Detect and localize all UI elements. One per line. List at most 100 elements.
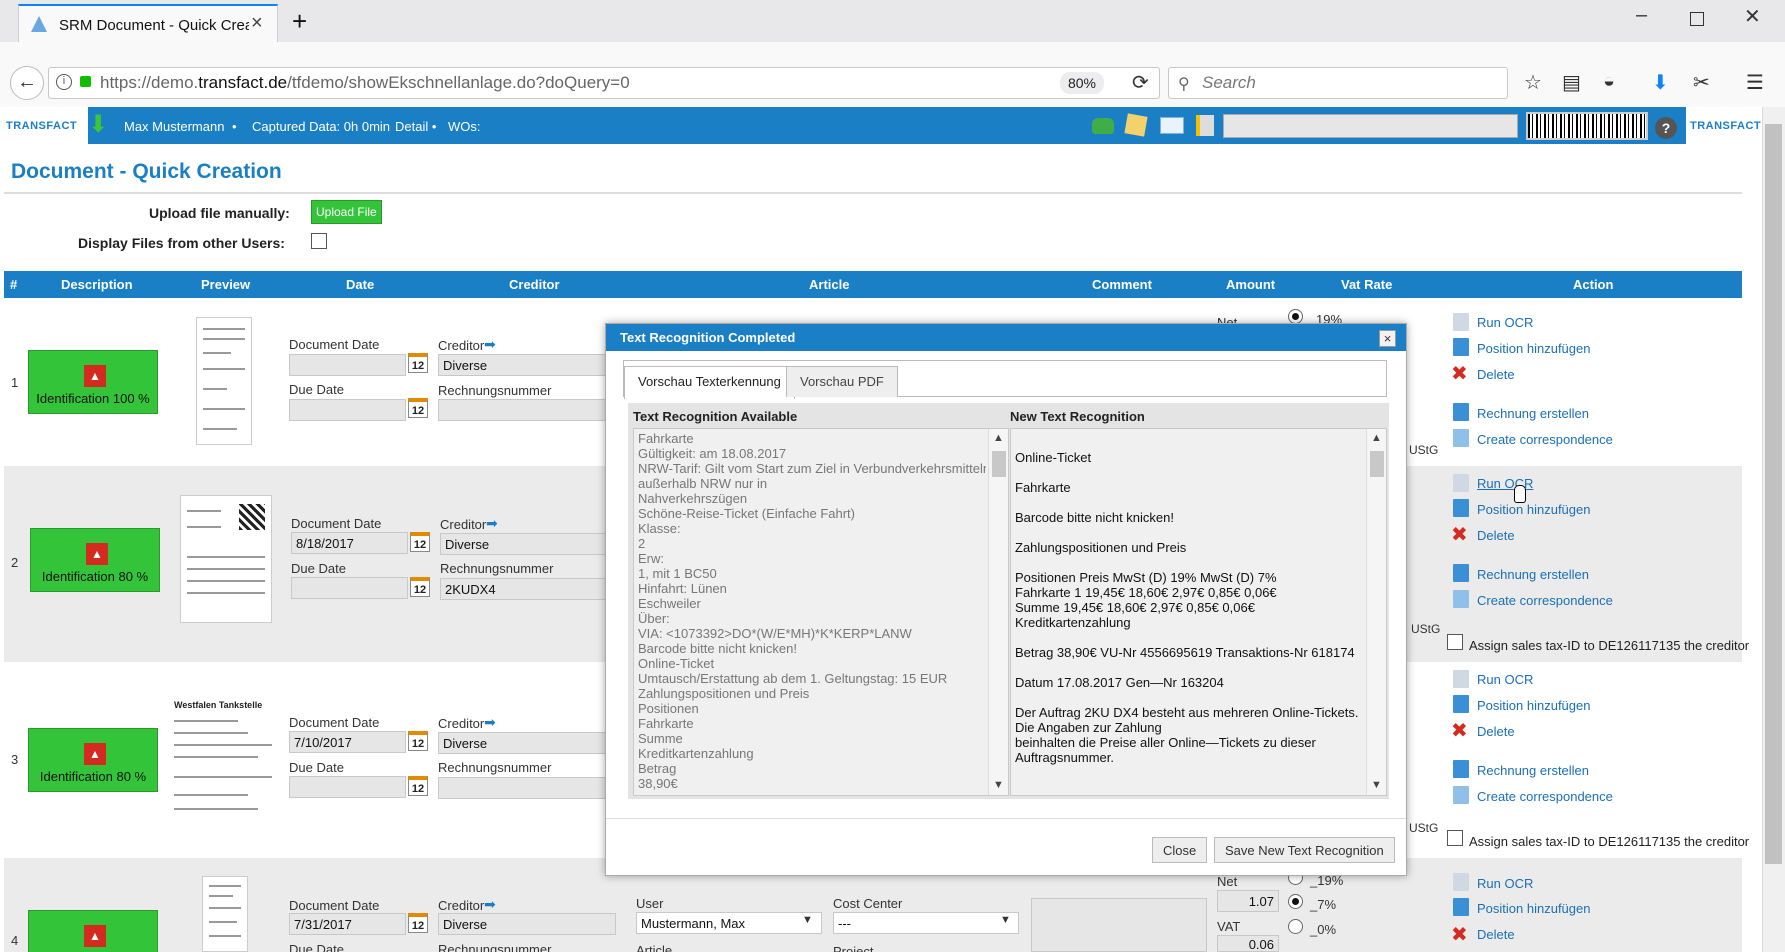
tab-vorschau-pdf[interactable]: Vorschau PDF	[786, 366, 898, 397]
run-ocr-icon[interactable]	[1453, 873, 1469, 891]
browser-tab[interactable]: SRM Document - Quick Crea ×	[18, 4, 278, 44]
correspondence-icon[interactable]	[1453, 590, 1469, 608]
create-correspondence-link[interactable]: Create correspondence	[1477, 593, 1613, 608]
available-text-area[interactable]: Fahrkarte Gültigkeit: am 18.08.2017 NRW-Ta…	[633, 428, 1009, 796]
position-icon[interactable]	[1453, 898, 1469, 916]
run-ocr-icon[interactable]	[1453, 670, 1469, 688]
document-date-input[interactable]: 8/18/2017	[291, 532, 408, 554]
creditor-arrow-icon[interactable]: ➡	[484, 714, 496, 731]
create-correspondence-link[interactable]: Create correspondence	[1477, 789, 1613, 804]
document-date-input[interactable]	[289, 354, 406, 376]
position-hinzufuegen-link[interactable]: Position hinzufügen	[1477, 901, 1590, 916]
delete-link[interactable]: Delete	[1477, 724, 1515, 739]
identification-badge[interactable]: ▲	[28, 910, 158, 952]
tab-close-icon[interactable]: ×	[251, 12, 263, 35]
close-button[interactable]: Close	[1152, 837, 1208, 863]
scroll-up-icon[interactable]: ▲	[993, 432, 1004, 444]
identification-badge[interactable]: ▲ Identification 80 %	[28, 728, 158, 792]
library-icon[interactable]: ▤	[1562, 70, 1581, 95]
upload-icon[interactable]	[1196, 115, 1214, 136]
detail-link[interactable]: Detail •	[395, 119, 436, 134]
scroll-down-icon[interactable]: ▼	[993, 779, 1004, 791]
download-icon[interactable]: ⬇	[1652, 70, 1669, 95]
run-ocr-link[interactable]: Run OCR	[1477, 672, 1533, 687]
correspondence-icon[interactable]	[1453, 786, 1469, 804]
creditor-arrow-icon[interactable]: ➡	[486, 515, 498, 532]
creditor-arrow-icon[interactable]: ➡	[484, 896, 496, 913]
run-ocr-icon[interactable]	[1453, 313, 1469, 331]
vat-7-radio[interactable]	[1288, 894, 1303, 909]
identification-badge[interactable]: ▲ Identification 80 %	[30, 528, 160, 592]
delete-link[interactable]: Delete	[1477, 528, 1515, 543]
cost-center-select[interactable]: ---	[833, 912, 1019, 934]
create-correspondence-link[interactable]: Create correspondence	[1477, 432, 1613, 447]
zoom-level[interactable]: 80%	[1060, 72, 1104, 94]
due-date-input[interactable]	[291, 577, 408, 599]
document-preview[interactable]: Westfalen Tankstelle	[168, 698, 278, 820]
vat-0-radio[interactable]	[1288, 919, 1303, 934]
scroll-down-icon[interactable]: ▼	[1371, 779, 1382, 791]
menu-icon[interactable]: ☰	[1746, 70, 1764, 95]
rechnung-erstellen-link[interactable]: Rechnung erstellen	[1477, 567, 1589, 582]
page-scrollbar-thumb[interactable]	[1765, 124, 1782, 864]
comment-textarea[interactable]	[1031, 898, 1207, 952]
scroll-up-icon[interactable]: ▲	[1371, 432, 1382, 444]
creditor-input[interactable]: Diverse	[438, 354, 606, 376]
calendar-icon[interactable]: 12	[408, 353, 428, 373]
header-search-input[interactable]	[1223, 114, 1518, 138]
document-date-input[interactable]: 7/10/2017	[289, 731, 406, 753]
upload-file-button[interactable]: Upload File	[311, 200, 382, 224]
minimize-icon[interactable]: –	[1636, 4, 1647, 27]
mail-icon[interactable]	[1160, 117, 1184, 134]
chevron-down-icon[interactable]: ▼	[1000, 914, 1011, 926]
position-hinzufuegen-link[interactable]: Position hinzufügen	[1477, 502, 1590, 517]
rechnung-erstellen-link[interactable]: Rechnung erstellen	[1477, 763, 1589, 778]
due-date-input[interactable]	[289, 399, 406, 421]
reload-icon[interactable]: ⟳	[1132, 70, 1149, 95]
barcode-icon[interactable]	[1526, 112, 1648, 140]
textarea-scrollbar[interactable]: ▲ ▼	[988, 429, 1008, 795]
vat-19-radio[interactable]	[1288, 309, 1303, 324]
net-input[interactable]: 1.07	[1217, 890, 1279, 912]
position-hinzufuegen-link[interactable]: Position hinzufügen	[1477, 341, 1590, 356]
pocket-icon[interactable]: ◒	[1603, 70, 1615, 93]
run-ocr-link[interactable]: Run OCR	[1477, 315, 1533, 330]
delete-icon[interactable]: ✖	[1451, 522, 1468, 547]
creditor-arrow-icon[interactable]: ➡	[484, 336, 496, 353]
position-icon[interactable]	[1453, 499, 1469, 517]
position-icon[interactable]	[1453, 338, 1469, 356]
delete-icon[interactable]: ✖	[1451, 922, 1468, 947]
phone-icon[interactable]	[1092, 118, 1114, 134]
assign-tax-checkbox[interactable]	[1447, 830, 1463, 846]
correspondence-icon[interactable]	[1453, 429, 1469, 447]
rechnung-icon[interactable]	[1453, 760, 1469, 778]
new-tab-icon[interactable]: +	[292, 6, 307, 37]
calendar-icon[interactable]: 12	[408, 776, 428, 796]
tab-vorschau-texterkennung[interactable]: Vorschau Texterkennung	[624, 366, 795, 399]
rechnung-icon[interactable]	[1453, 403, 1469, 421]
rechnungsnummer-input[interactable]	[438, 777, 606, 799]
maximize-icon[interactable]	[1690, 12, 1704, 26]
creditor-input[interactable]: Diverse	[438, 732, 606, 754]
identification-badge[interactable]: ▲ Identification 100 %	[28, 350, 158, 414]
chevron-down-icon[interactable]: ▼	[802, 914, 813, 926]
download-arrow-icon[interactable]: ⬇	[88, 110, 108, 139]
textarea-scrollbar[interactable]: ▲ ▼	[1366, 429, 1386, 795]
edit-icon[interactable]	[1124, 113, 1148, 137]
bookmark-star-icon[interactable]: ☆	[1524, 70, 1542, 95]
position-hinzufuegen-link[interactable]: Position hinzufügen	[1477, 698, 1590, 713]
document-date-input[interactable]: 7/31/2017	[289, 913, 406, 935]
calendar-icon[interactable]: 12	[410, 532, 430, 552]
run-ocr-link[interactable]: Run OCR	[1477, 876, 1533, 891]
document-preview[interactable]	[180, 495, 272, 623]
screenshot-icon[interactable]: ✂	[1693, 70, 1710, 95]
delete-link[interactable]: Delete	[1477, 927, 1515, 942]
help-icon[interactable]: ?	[1655, 117, 1677, 139]
assign-tax-checkbox[interactable]	[1447, 634, 1463, 650]
due-date-input[interactable]	[289, 776, 406, 798]
creditor-input[interactable]: Diverse	[440, 533, 606, 555]
dialog-close-icon[interactable]: ×	[1379, 330, 1396, 347]
calendar-icon[interactable]: 12	[410, 577, 430, 597]
document-preview[interactable]	[196, 317, 252, 445]
info-icon[interactable]: i	[56, 74, 72, 90]
